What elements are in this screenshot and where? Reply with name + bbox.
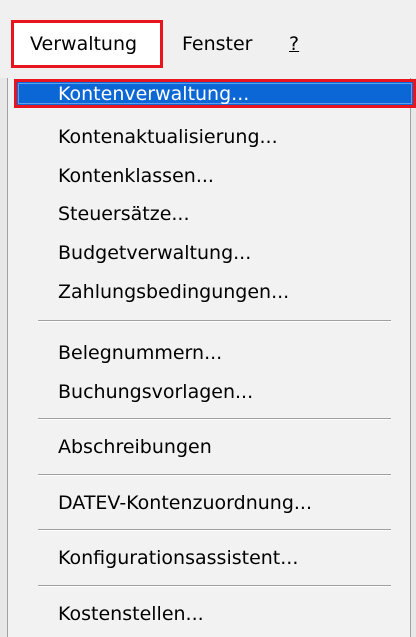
menu-item-konfigurationsassistent[interactable]: Konfigurationsassistent... [58, 545, 298, 571]
menu-item-kontenaktualisierung[interactable]: Kontenaktualisierung... [58, 124, 278, 150]
menu-verwaltung[interactable]: Verwaltung [30, 31, 137, 57]
menu-item-belegnummern[interactable]: Belegnummern... [58, 340, 222, 366]
menu-separator [38, 474, 391, 476]
menu-item-abschreibungen[interactable]: Abschreibungen [58, 434, 212, 460]
menu-item-kontenverwaltung[interactable]: Kontenverwaltung... [58, 81, 249, 107]
menu-item-budgetverwaltung[interactable]: Budgetverwaltung... [58, 240, 251, 266]
menu-shadow-right [411, 78, 416, 637]
menu-separator [38, 418, 391, 420]
menu-separator [38, 320, 391, 322]
menu-bar: Verwaltung Fenster ? [0, 0, 416, 78]
menu-help[interactable]: ? [289, 31, 299, 57]
menu-item-datev-kontenzuordnung[interactable]: DATEV-Kontenzuordnung... [58, 490, 312, 516]
menu-item-buchungsvorlagen[interactable]: Buchungsvorlagen... [58, 379, 253, 405]
menu-separator [38, 529, 391, 531]
menu-item-kostenstellen[interactable]: Kostenstellen... [58, 601, 204, 627]
menu-item-steuersaetze[interactable]: Steuersätze... [58, 201, 190, 227]
menu-item-kontenklassen[interactable]: Kontenklassen... [58, 163, 214, 189]
menu-shadow-left [0, 78, 7, 637]
menu-fenster[interactable]: Fenster [182, 31, 252, 57]
menu-item-zahlungsbedingungen[interactable]: Zahlungsbedingungen... [58, 279, 289, 305]
menu-separator [38, 585, 391, 587]
